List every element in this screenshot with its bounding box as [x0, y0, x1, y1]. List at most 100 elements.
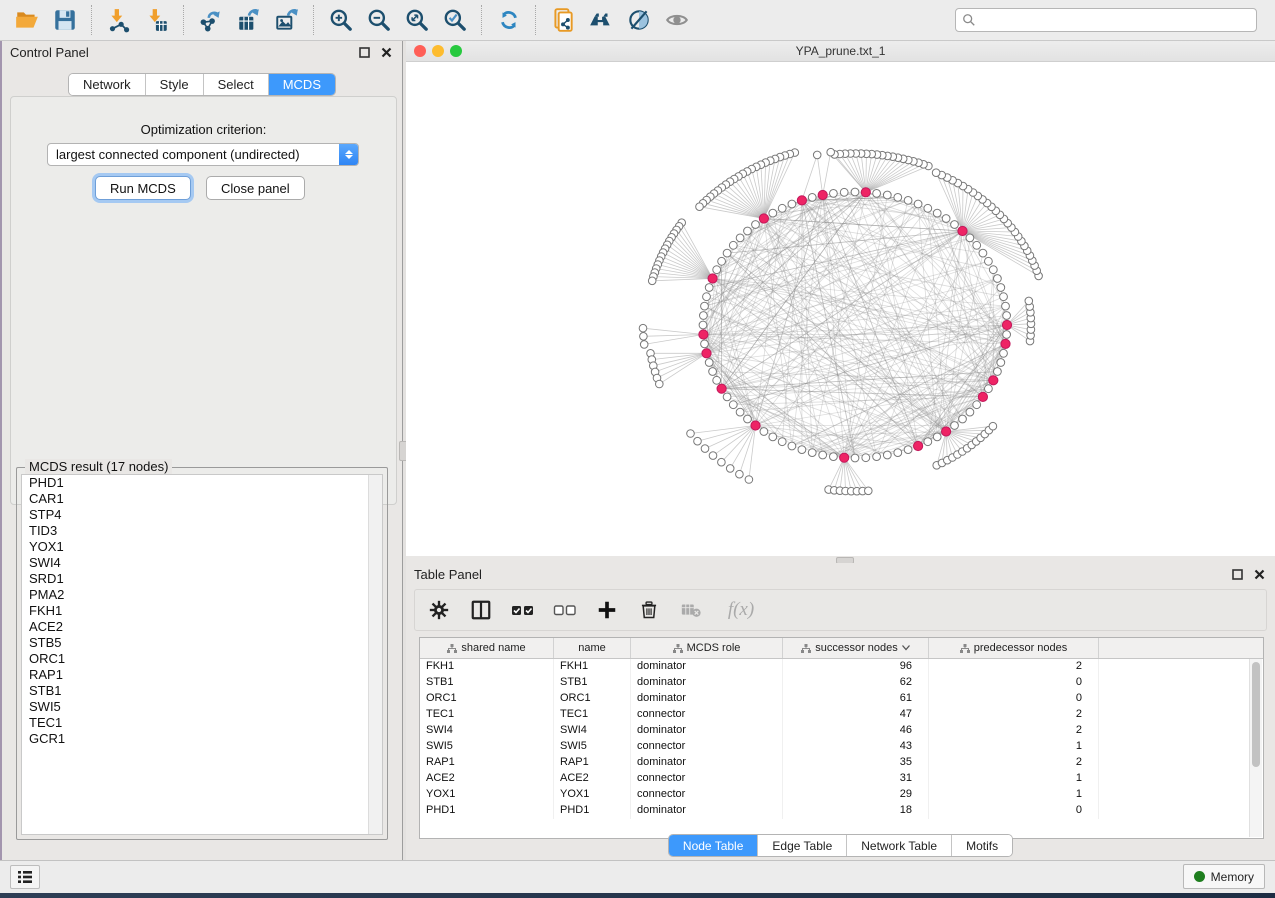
network-mcds-node[interactable] — [1002, 320, 1011, 329]
network-node[interactable] — [778, 204, 786, 212]
network-mcds-node[interactable] — [797, 196, 806, 205]
tab-edge-table[interactable]: Edge Table — [758, 835, 847, 856]
table-cell[interactable]: PHD1 — [420, 803, 554, 819]
network-node[interactable] — [723, 249, 731, 257]
table-cell[interactable]: FKH1 — [420, 659, 554, 675]
network-node[interactable] — [788, 442, 796, 450]
network-node[interactable] — [788, 200, 796, 208]
table-cell[interactable]: 2 — [929, 707, 1099, 723]
network-satellite-node[interactable] — [656, 380, 664, 388]
mcds-result-item[interactable]: TEC1 — [22, 715, 382, 731]
network-mcds-node[interactable] — [861, 188, 870, 197]
table-cell[interactable]: YOX1 — [420, 787, 554, 803]
network-node[interactable] — [705, 359, 713, 367]
mcds-result-list[interactable]: PHD1CAR1STP4TID3YOX1SWI4SRD1PMA2FKH1ACE2… — [21, 474, 383, 835]
search-network-icon[interactable] — [582, 3, 620, 37]
tab-network[interactable]: Network — [69, 74, 146, 95]
column-header[interactable]: name — [554, 638, 631, 658]
table-cell[interactable]: 2 — [929, 659, 1099, 675]
network-node[interactable] — [736, 234, 744, 242]
search-input[interactable] — [976, 12, 1250, 28]
network-node[interactable] — [1000, 293, 1008, 301]
network-node[interactable] — [951, 422, 959, 430]
network-node[interactable] — [769, 433, 777, 441]
table-cell[interactable]: FKH1 — [554, 659, 631, 675]
network-node[interactable] — [851, 454, 859, 462]
table-cell[interactable]: PHD1 — [554, 803, 631, 819]
mcds-result-item[interactable]: RAP1 — [22, 667, 382, 683]
refresh-layout-icon[interactable] — [490, 3, 528, 37]
delete-column-icon[interactable] — [637, 598, 661, 622]
network-mcds-node[interactable] — [1001, 339, 1010, 348]
network-satellite-node[interactable] — [640, 333, 648, 341]
table-cell[interactable]: 46 — [783, 723, 929, 739]
network-satellite-node[interactable] — [709, 452, 717, 460]
network-node[interactable] — [942, 215, 950, 223]
table-cell[interactable]: RAP1 — [420, 755, 554, 771]
table-cell[interactable]: connector — [631, 739, 783, 755]
network-satellite-node[interactable] — [718, 458, 726, 466]
zoom-in-icon[interactable] — [322, 3, 360, 37]
network-mcds-node[interactable] — [840, 453, 849, 462]
network-node[interactable] — [894, 194, 902, 202]
network-node[interactable] — [819, 451, 827, 459]
table-cell[interactable]: TEC1 — [554, 707, 631, 723]
network-node[interactable] — [840, 188, 848, 196]
table-cell[interactable]: 35 — [783, 755, 929, 771]
network-node[interactable] — [966, 234, 974, 242]
network-node[interactable] — [989, 266, 997, 274]
network-node[interactable] — [1003, 331, 1011, 339]
open-file-icon[interactable] — [8, 3, 46, 37]
table-cell[interactable]: 2 — [929, 755, 1099, 771]
table-cell[interactable]: connector — [631, 771, 783, 787]
table-row[interactable]: STB1STB1dominator620 — [420, 675, 1263, 691]
network-satellite-node[interactable] — [640, 341, 648, 349]
network-node[interactable] — [862, 454, 870, 462]
network-node[interactable] — [997, 359, 1005, 367]
table-cell[interactable]: SWI4 — [554, 723, 631, 739]
mcds-result-item[interactable]: ORC1 — [22, 651, 382, 667]
network-node[interactable] — [933, 433, 941, 441]
network-node[interactable] — [713, 376, 721, 384]
network-node[interactable] — [924, 204, 932, 212]
network-node[interactable] — [994, 368, 1002, 376]
gear-icon[interactable] — [427, 598, 451, 622]
network-node[interactable] — [744, 415, 752, 423]
column-header[interactable]: MCDS role — [631, 638, 783, 658]
mcds-result-item[interactable]: SWI5 — [22, 699, 382, 715]
table-cell[interactable]: 47 — [783, 707, 929, 723]
table-row[interactable]: ACE2ACE2connector311 — [420, 771, 1263, 787]
network-satellite-node[interactable] — [865, 487, 873, 495]
add-column-icon[interactable] — [595, 598, 619, 622]
network-mcds-node[interactable] — [751, 421, 760, 430]
scrollbar-thumb[interactable] — [1252, 662, 1260, 767]
table-cell[interactable]: dominator — [631, 659, 783, 675]
network-mcds-node[interactable] — [989, 376, 998, 385]
mcds-result-item[interactable]: FKH1 — [22, 603, 382, 619]
mcds-result-item[interactable]: STP4 — [22, 507, 382, 523]
table-cell[interactable]: 18 — [783, 803, 929, 819]
table-cell[interactable]: 29 — [783, 787, 929, 803]
network-node[interactable] — [985, 385, 993, 393]
table-row[interactable]: FKH1FKH1dominator962 — [420, 659, 1263, 675]
network-node[interactable] — [1002, 302, 1010, 310]
network-mcds-node[interactable] — [708, 274, 717, 283]
close-panel-button[interactable]: Close panel — [206, 176, 305, 200]
mcds-result-item[interactable]: YOX1 — [22, 539, 382, 555]
network-node[interactable] — [705, 284, 713, 292]
tab-select[interactable]: Select — [204, 74, 269, 95]
table-row[interactable]: SWI4SWI4dominator462 — [420, 723, 1263, 739]
network-node[interactable] — [699, 321, 707, 329]
network-node[interactable] — [701, 340, 709, 348]
network-node[interactable] — [924, 438, 932, 446]
mcds-result-item[interactable]: TID3 — [22, 523, 382, 539]
float-panel-icon[interactable] — [1229, 567, 1245, 583]
table-cell[interactable]: dominator — [631, 675, 783, 691]
table-cell[interactable]: ORC1 — [554, 691, 631, 707]
table-row[interactable]: RAP1RAP1dominator352 — [420, 755, 1263, 771]
column-header[interactable]: predecessor nodes — [929, 638, 1099, 658]
save-session-icon[interactable] — [46, 3, 84, 37]
network-node[interactable] — [1000, 349, 1008, 357]
network-satellite-node[interactable] — [813, 151, 821, 159]
table-cell[interactable]: 1 — [929, 739, 1099, 755]
